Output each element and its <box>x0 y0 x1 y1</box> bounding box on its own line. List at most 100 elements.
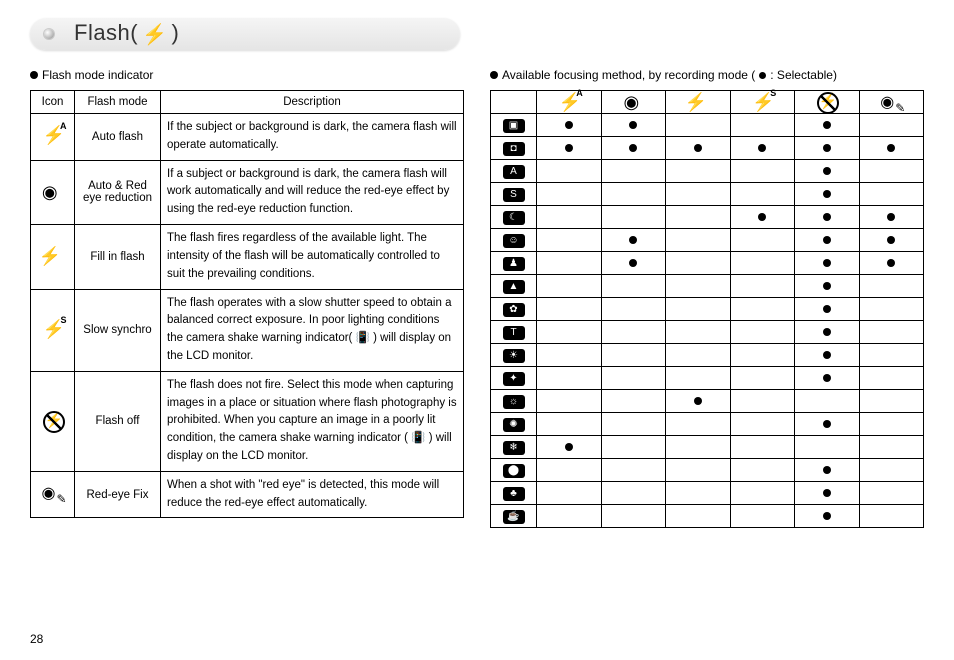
matrix-cell <box>601 160 666 183</box>
matrix-col-header <box>795 91 860 114</box>
selectable-dot-icon <box>694 397 702 405</box>
matrix-cell <box>730 482 795 505</box>
matrix-cell <box>537 137 602 160</box>
matrix-cell <box>795 390 860 413</box>
mode-children-icon: ♟ <box>503 257 525 271</box>
two-column-layout: Flash mode indicator Icon Flash mode Des… <box>30 66 924 528</box>
selectable-dot-icon <box>823 374 831 382</box>
matrix-row: ✿ <box>491 298 924 321</box>
matrix-cell <box>730 505 795 528</box>
flash-modes-table: Icon Flash mode Description Auto flashIf… <box>30 90 464 518</box>
mode-text-icon: T <box>503 326 525 340</box>
matrix-cell <box>795 321 860 344</box>
matrix-corner-cell <box>491 91 537 114</box>
matrix-cell <box>795 252 860 275</box>
mode-name-cell: Auto & Red eye reduction <box>75 160 161 224</box>
matrix-row: T <box>491 321 924 344</box>
matrix-cell <box>795 436 860 459</box>
mode-name-cell: Slow synchro <box>75 289 161 371</box>
matrix-cell <box>730 252 795 275</box>
mode-desc-cell: The flash operates with a slow shutter s… <box>161 289 464 371</box>
matrix-row-header: ◘ <box>491 137 537 160</box>
matrix-cell <box>795 160 860 183</box>
mode-desc-cell: If the subject or background is dark, th… <box>161 114 464 161</box>
flash-off-icon <box>42 410 64 432</box>
selectable-dot-icon <box>629 121 637 129</box>
flash-fill-icon <box>685 95 711 111</box>
matrix-cell <box>730 321 795 344</box>
matrix-cell <box>795 229 860 252</box>
selectable-dot-icon <box>823 121 831 129</box>
mode-dawn-icon: ✦ <box>503 372 525 386</box>
matrix-cell <box>601 459 666 482</box>
matrix-row-header: ❄ <box>491 436 537 459</box>
selectable-dot-icon <box>823 144 831 152</box>
matrix-row-header: ♟ <box>491 252 537 275</box>
matrix-row-header: T <box>491 321 537 344</box>
mode-icon-cell <box>31 471 75 518</box>
matrix-cell <box>666 114 731 137</box>
matrix-cell <box>537 505 602 528</box>
matrix-cell <box>859 137 924 160</box>
matrix-cell <box>666 321 731 344</box>
matrix-cell <box>730 344 795 367</box>
matrix-cell <box>601 114 666 137</box>
mode-auto-icon: ▣ <box>503 119 525 133</box>
table-row: Fill in flashThe flash fires regardless … <box>31 225 464 289</box>
matrix-row-header: ⬤ <box>491 459 537 482</box>
matrix-row: ☼ <box>491 390 924 413</box>
matrix-cell <box>859 505 924 528</box>
selectable-dot-icon <box>823 236 831 244</box>
selectable-dot-icon <box>823 512 831 520</box>
matrix-cell <box>859 183 924 206</box>
matrix-cell <box>795 298 860 321</box>
flash-auto-icon <box>43 125 63 145</box>
selectable-dot-icon <box>887 144 895 152</box>
matrix-cell <box>859 436 924 459</box>
mode-desc-cell: The flash fires regardless of the availa… <box>161 225 464 289</box>
selectable-dot-icon <box>565 144 573 152</box>
selectable-dot-icon <box>823 420 831 428</box>
matrix-row: ◘ <box>491 137 924 160</box>
flash-icon: ⚡ <box>142 22 167 47</box>
matrix-row-header: ✿ <box>491 298 537 321</box>
page-number: 28 <box>30 632 43 646</box>
matrix-cell <box>730 367 795 390</box>
matrix-row-header: ☾ <box>491 206 537 229</box>
selectable-dot-icon <box>758 144 766 152</box>
selectable-dot-icon <box>887 236 895 244</box>
selectable-dot-icon <box>823 305 831 313</box>
mode-s-mode-icon: S <box>503 188 525 202</box>
matrix-cell <box>537 275 602 298</box>
matrix-cell <box>859 344 924 367</box>
matrix-cell <box>795 206 860 229</box>
matrix-cell <box>537 114 602 137</box>
mode-icon-cell <box>31 371 75 471</box>
matrix-cell <box>795 505 860 528</box>
matrix-cell <box>730 436 795 459</box>
red-eye-icon <box>42 181 63 203</box>
matrix-cell <box>730 183 795 206</box>
matrix-cell <box>537 160 602 183</box>
matrix-row-header: ☕ <box>491 505 537 528</box>
mode-name-cell: Fill in flash <box>75 225 161 289</box>
matrix-cell <box>601 367 666 390</box>
red-eye-icon <box>623 95 643 111</box>
selectable-dot-icon <box>823 190 831 198</box>
selectable-dot-icon <box>823 489 831 497</box>
matrix-row: A <box>491 160 924 183</box>
matrix-row-header: ☼ <box>491 390 537 413</box>
mode-beach-snow-icon: ❄ <box>503 441 525 455</box>
matrix-cell <box>537 206 602 229</box>
matrix-cell <box>859 252 924 275</box>
mode-closeup-icon: ✿ <box>503 303 525 317</box>
matrix-row-header: ☺ <box>491 229 537 252</box>
matrix-row: ✦ <box>491 367 924 390</box>
matrix-row: S <box>491 183 924 206</box>
matrix-cell <box>601 390 666 413</box>
matrix-cell <box>601 344 666 367</box>
matrix-cell <box>730 114 795 137</box>
right-heading: Available focusing method, by recording … <box>490 68 924 82</box>
matrix-cell <box>666 160 731 183</box>
matrix-cell <box>666 413 731 436</box>
